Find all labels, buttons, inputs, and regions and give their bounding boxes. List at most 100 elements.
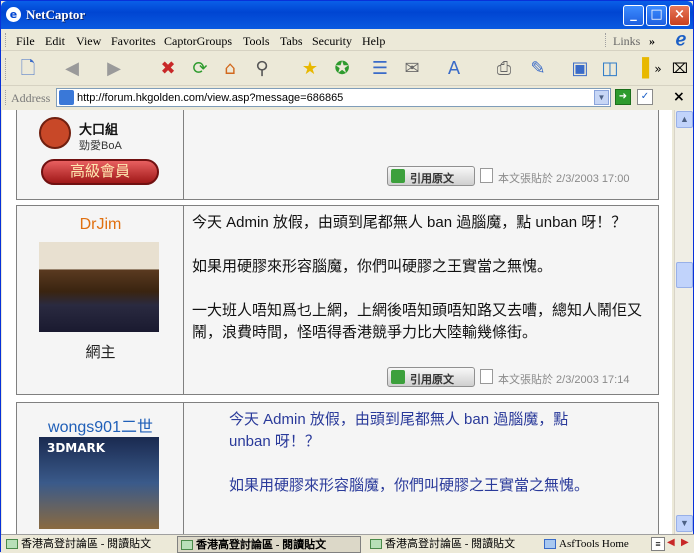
netcaptor-logo-icon: e: [6, 7, 21, 22]
post-author-column: 大口組 勁愛BoA 高級會員: [17, 110, 184, 199]
avatar: 3DMARK: [39, 437, 159, 529]
browser-window: e NetCaptor _ □ × File Edit View Favorit…: [0, 0, 694, 553]
links-label[interactable]: Links: [613, 34, 640, 49]
vertical-scrollbar[interactable]: ▲ ▼: [674, 110, 693, 534]
scrollbar-thumb[interactable]: [676, 262, 693, 288]
tab-page-icon: [181, 540, 193, 550]
post-author-column: wongs901二世 3DMARK: [17, 403, 184, 534]
navigation-toolbar: 🗋 ◀ ▶ ✖ ⟳ ⌂ ⚲ ★ ✪ ☰ ✉ A ⎙ ✎ ▣ ◫ ▐ » ⌧: [1, 52, 693, 86]
menu-captorgroups[interactable]: CaptorGroups: [164, 34, 232, 49]
document-icon: [480, 369, 493, 384]
tab-item[interactable]: 香港高登討論區 - 閱讀貼文: [3, 536, 171, 553]
tab-page-icon: [6, 539, 18, 549]
search-icon[interactable]: ⚲: [249, 56, 275, 82]
history-icon[interactable]: ☰: [367, 56, 393, 82]
avatar: [39, 242, 159, 332]
forward-icon[interactable]: ▶: [101, 56, 127, 82]
scroll-up-icon[interactable]: ▲: [676, 111, 693, 128]
post-paragraph: 今天 Admin 放假，由頭到尾都無人 ban 過腦魔，點 unban 呀！？: [229, 411, 569, 450]
tab-item[interactable]: 香港高登討論區 - 閱讀貼文: [367, 536, 535, 553]
print-icon[interactable]: ⎙: [491, 56, 517, 82]
toolbar-grip[interactable]: [5, 58, 8, 80]
minimize-button[interactable]: _: [623, 5, 644, 26]
avatar: [39, 117, 71, 149]
go-button[interactable]: ➜: [615, 89, 631, 105]
avatar-label: 3DMARK: [47, 441, 106, 455]
menu-tools[interactable]: Tools: [243, 34, 270, 49]
post-author-column: DrJim 網主: [17, 206, 184, 394]
page-icon: [59, 90, 74, 105]
menu-edit[interactable]: Edit: [45, 34, 65, 49]
close-panel-icon[interactable]: ×: [673, 89, 685, 105]
scroll-down-icon[interactable]: ▼: [676, 515, 693, 532]
menu-file[interactable]: File: [16, 34, 35, 49]
address-dropdown-icon[interactable]: ▼: [594, 90, 609, 105]
post-paragraph: 如果用硬膠來形容腦魔，你們叫硬膠之王實當之無愧。: [229, 477, 590, 494]
menu-bar: File Edit View Favorites CaptorGroups To…: [1, 29, 693, 51]
forum-post: DrJim 網主 今天 Admin 放假，由頭到尾都無人 ban 過腦魔，點 u…: [16, 205, 659, 395]
page-options-icon[interactable]: ✓: [637, 89, 653, 105]
forum-post: 大口組 勁愛BoA 高級會員 引用原文 本文張貼於 2/3/2003 17:00: [16, 110, 659, 200]
window-title: NetCaptor: [26, 7, 86, 22]
quote-button[interactable]: 引用原文: [387, 367, 475, 387]
font-size-icon[interactable]: A: [441, 56, 467, 82]
menu-help[interactable]: Help: [362, 34, 385, 49]
address-bar: Address ▼ ➜ ✓ ×: [1, 87, 693, 109]
quote-label: 引用原文: [410, 374, 454, 386]
title-bar: e NetCaptor _ □ ×: [1, 1, 693, 29]
post-paragraph: 今天 Admin 放假，由頭到尾都無人 ban 過腦魔，點 unban 呀！？: [192, 214, 627, 231]
mail-icon[interactable]: ✉: [399, 56, 425, 82]
menu-tabs[interactable]: Tabs: [280, 34, 303, 49]
menu-security[interactable]: Security: [312, 34, 352, 49]
quote-label: 引用原文: [410, 173, 454, 185]
tab-item[interactable]: AsfTools Home: [541, 536, 649, 553]
stop-icon[interactable]: ✖: [155, 56, 181, 82]
forum-post: wongs901二世 3DMARK 今天 Admin 放假，由頭到尾都無人 ba…: [16, 402, 659, 534]
tab-item-active[interactable]: 香港高登討論區 - 閱讀貼文: [177, 536, 361, 553]
window-icon[interactable]: ◫: [597, 56, 623, 82]
links-chevron-icon[interactable]: »: [649, 34, 655, 49]
maximize-button[interactable]: □: [646, 5, 667, 26]
rank-badge: 高級會員: [41, 159, 159, 185]
close-button[interactable]: ×: [669, 5, 690, 26]
favorites-icon[interactable]: ★: [297, 56, 323, 82]
tab-label: 香港高登討論區 - 閱讀貼文: [21, 538, 152, 550]
tab-scroll-right-icon[interactable]: ▶: [681, 537, 689, 548]
home-icon[interactable]: ⌂: [217, 56, 243, 82]
panel-toggle-icon[interactable]: ⌧: [667, 56, 693, 82]
tab-scroll-left-icon[interactable]: ◀: [667, 537, 675, 548]
quote-icon: [391, 169, 405, 183]
links-grip[interactable]: [605, 33, 608, 47]
username[interactable]: DrJim: [17, 216, 184, 234]
user-subtitle: 勁愛BoA: [79, 140, 122, 152]
post-paragraph: 如果用硬膠來形容腦魔，你們叫硬膠之王實當之無愧。: [192, 258, 553, 275]
tab-label: 香港高登討論區 - 閱讀貼文: [196, 539, 327, 551]
refresh-icon[interactable]: ⟳: [187, 56, 213, 82]
post-paragraph: 一大班人唔知爲乜上網，上網後唔知頭唔知路又去嘈，總知人鬧佢又鬧，浪費時間，怪唔得…: [192, 302, 643, 341]
post-timestamp: 本文張貼於 2/3/2003 17:00: [498, 173, 630, 185]
post-timestamp: 本文張貼於 2/3/2003 17:14: [498, 374, 630, 386]
ie-logo-icon: ℯ: [675, 29, 687, 50]
tab-page-icon: [370, 539, 382, 549]
address-grip[interactable]: [5, 90, 8, 105]
back-icon[interactable]: ◀: [59, 56, 85, 82]
new-page-icon[interactable]: 🗋: [15, 56, 41, 82]
quote-icon: [391, 370, 405, 384]
username[interactable]: 大口組: [79, 119, 118, 138]
add-favorite-icon[interactable]: ✪: [329, 56, 355, 82]
address-field[interactable]: ▼: [56, 88, 611, 107]
username[interactable]: wongs901二世: [17, 413, 184, 437]
tab-list-icon[interactable]: ≡: [651, 537, 665, 551]
menu-favorites[interactable]: Favorites: [111, 34, 156, 49]
edit-icon[interactable]: ✎: [525, 56, 551, 82]
page-content: 大口組 勁愛BoA 高級會員 引用原文 本文張貼於 2/3/2003 17:00…: [2, 110, 672, 534]
quote-button[interactable]: 引用原文: [387, 166, 475, 186]
document-icon: [480, 168, 493, 183]
user-role: 網主: [85, 344, 116, 361]
page-view-icon[interactable]: ▣: [567, 56, 593, 82]
menu-view[interactable]: View: [76, 34, 101, 49]
tab-bar: 香港高登討論區 - 閱讀貼文 香港高登討論區 - 閱讀貼文 香港高登討論區 - …: [1, 534, 694, 553]
tab-page-icon: [544, 539, 556, 549]
toolbar-grip[interactable]: [5, 33, 8, 47]
address-input[interactable]: [77, 90, 587, 105]
